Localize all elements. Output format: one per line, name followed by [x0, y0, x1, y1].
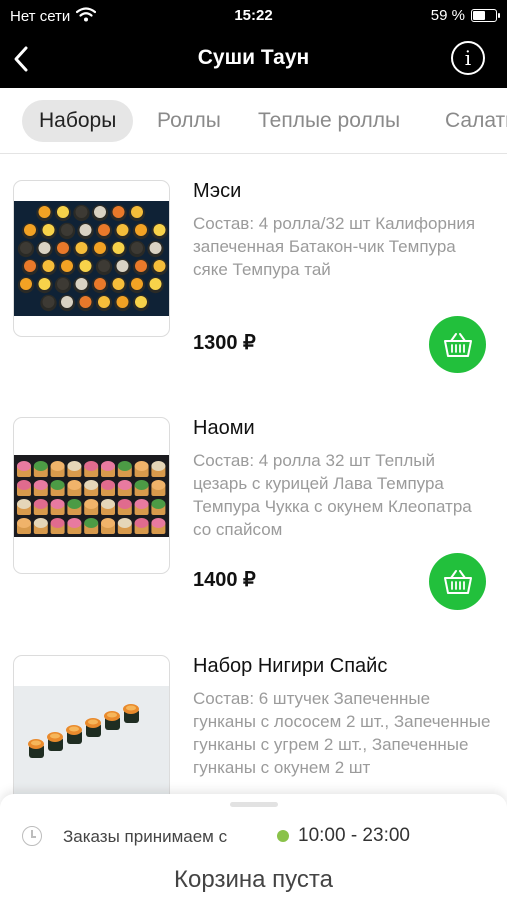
basket-icon [443, 569, 472, 594]
open-status-dot [277, 830, 289, 842]
cart-bottom-sheet[interactable]: Заказы принимаем с 10:00 - 23:00 Корзина… [0, 794, 507, 900]
product-price: 1300 ₽ [193, 332, 256, 354]
tab-salads[interactable]: Салаты [445, 100, 507, 142]
product-card[interactable]: Наоми Состав: 4 ролла 32 шт Теплый цезар… [0, 417, 507, 654]
add-to-cart-button[interactable] [429, 316, 486, 373]
battery-icon [471, 9, 500, 22]
product-card[interactable]: Мэси Состав: 4 ролла/32 шт Калифорния за… [0, 180, 507, 417]
nav-bar: Суши Таун i [0, 32, 507, 88]
product-description: Состав: 6 штучек Запеченные гунканы с ло… [193, 689, 491, 777]
product-name: Наоми [193, 417, 255, 439]
tab-warm-rolls[interactable]: Теплые роллы [258, 100, 400, 142]
product-description: Состав: 4 ролла/32 шт Калифорния запечен… [193, 214, 476, 279]
sushi-set-photo [14, 201, 169, 316]
product-image[interactable] [13, 417, 170, 574]
page-title: Суши Таун [197, 46, 310, 69]
status-bar: Нет сети 15:22 59 % [0, 0, 507, 32]
basket-icon [443, 332, 472, 357]
hours-value: 10:00 - 23:00 [298, 825, 410, 846]
category-tabs: Наборы Роллы Теплые роллы Салаты [0, 88, 507, 154]
product-image[interactable] [13, 655, 170, 812]
product-description: Состав: 4 ролла 32 шт Теплый цезарь с ку… [193, 451, 472, 539]
status-right: 59 % [430, 7, 500, 24]
battery-fill [473, 11, 485, 20]
sheet-drag-handle[interactable] [230, 802, 278, 807]
sushi-set-photo [14, 455, 169, 537]
clock-icon [22, 826, 42, 846]
product-name: Набор Нигири Спайс [193, 655, 388, 677]
product-name: Мэси [193, 180, 242, 202]
product-image[interactable] [13, 180, 170, 337]
tab-sets[interactable]: Наборы [22, 100, 134, 142]
product-price: 1400 ₽ [193, 569, 256, 591]
cart-status: Корзина пуста [174, 866, 333, 893]
info-icon[interactable]: i [451, 41, 485, 75]
hours-label: Заказы принимаем с [63, 827, 228, 846]
tab-rolls[interactable]: Роллы [157, 100, 221, 142]
add-to-cart-button[interactable] [429, 553, 486, 610]
battery-percent: 59 % [430, 7, 465, 24]
